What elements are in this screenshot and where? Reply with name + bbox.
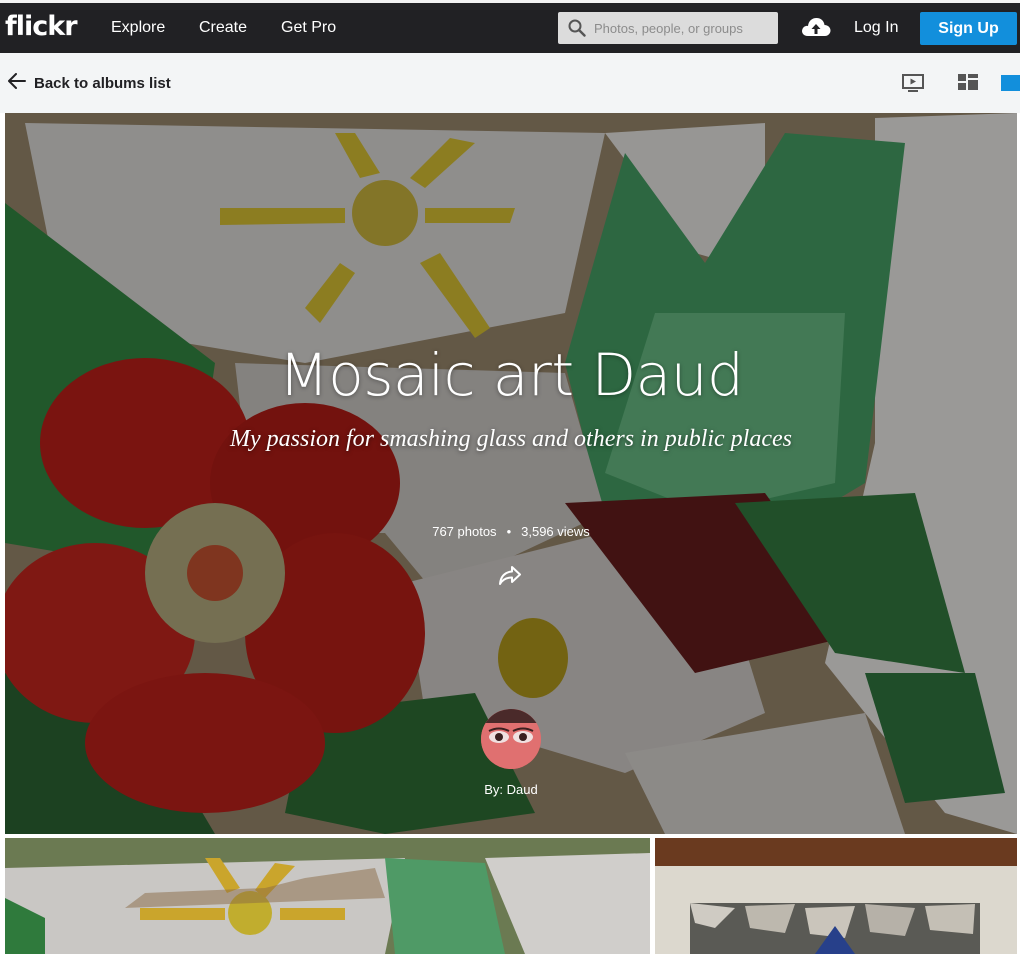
- photo-count: 767 photos: [432, 524, 497, 539]
- album-hero: Mosaic art Daud My passion for smashing …: [5, 113, 1017, 834]
- grid-view-icon[interactable]: [958, 73, 978, 96]
- log-in-link[interactable]: Log In: [854, 19, 898, 37]
- slideshow-icon[interactable]: [902, 73, 924, 98]
- back-to-albums-link[interactable]: Back to albums list: [8, 73, 171, 93]
- avatar[interactable]: [481, 709, 541, 769]
- back-label: Back to albums list: [34, 74, 171, 92]
- thumbnail-image: [5, 838, 650, 954]
- search-input[interactable]: [594, 17, 772, 39]
- search-icon[interactable]: [568, 19, 586, 42]
- top-navigation-bar: flickr Explore Create Get Pro Log In Sig…: [0, 0, 1020, 53]
- share-icon[interactable]: [498, 565, 522, 592]
- thumbnail-image: [655, 838, 1017, 954]
- stats-separator: •: [506, 524, 512, 539]
- back-arrow-icon: [8, 73, 26, 93]
- flickr-logo[interactable]: flickr: [5, 11, 78, 42]
- view-count: 3,596 views: [521, 524, 590, 539]
- photo-thumbnail[interactable]: [5, 838, 650, 954]
- upload-cloud-icon[interactable]: [801, 16, 831, 43]
- photo-thumbnail[interactable]: [655, 838, 1017, 954]
- album-stats: 767 photos • 3,596 views: [5, 524, 1017, 539]
- album-title: Mosaic art Daud: [278, 341, 744, 409]
- nav-create-link[interactable]: Create: [199, 19, 247, 37]
- search-box[interactable]: [558, 12, 778, 44]
- list-view-icon[interactable]: [1001, 75, 1020, 96]
- nav-explore-link[interactable]: Explore: [111, 19, 165, 37]
- album-toolbar: Back to albums list: [0, 53, 1020, 113]
- nav-get-pro-link[interactable]: Get Pro: [281, 19, 336, 37]
- sign-up-button[interactable]: Sign Up: [920, 12, 1017, 45]
- album-description: My passion for smashing glass and others…: [230, 426, 792, 452]
- album-owner[interactable]: By: Daud: [5, 782, 1017, 797]
